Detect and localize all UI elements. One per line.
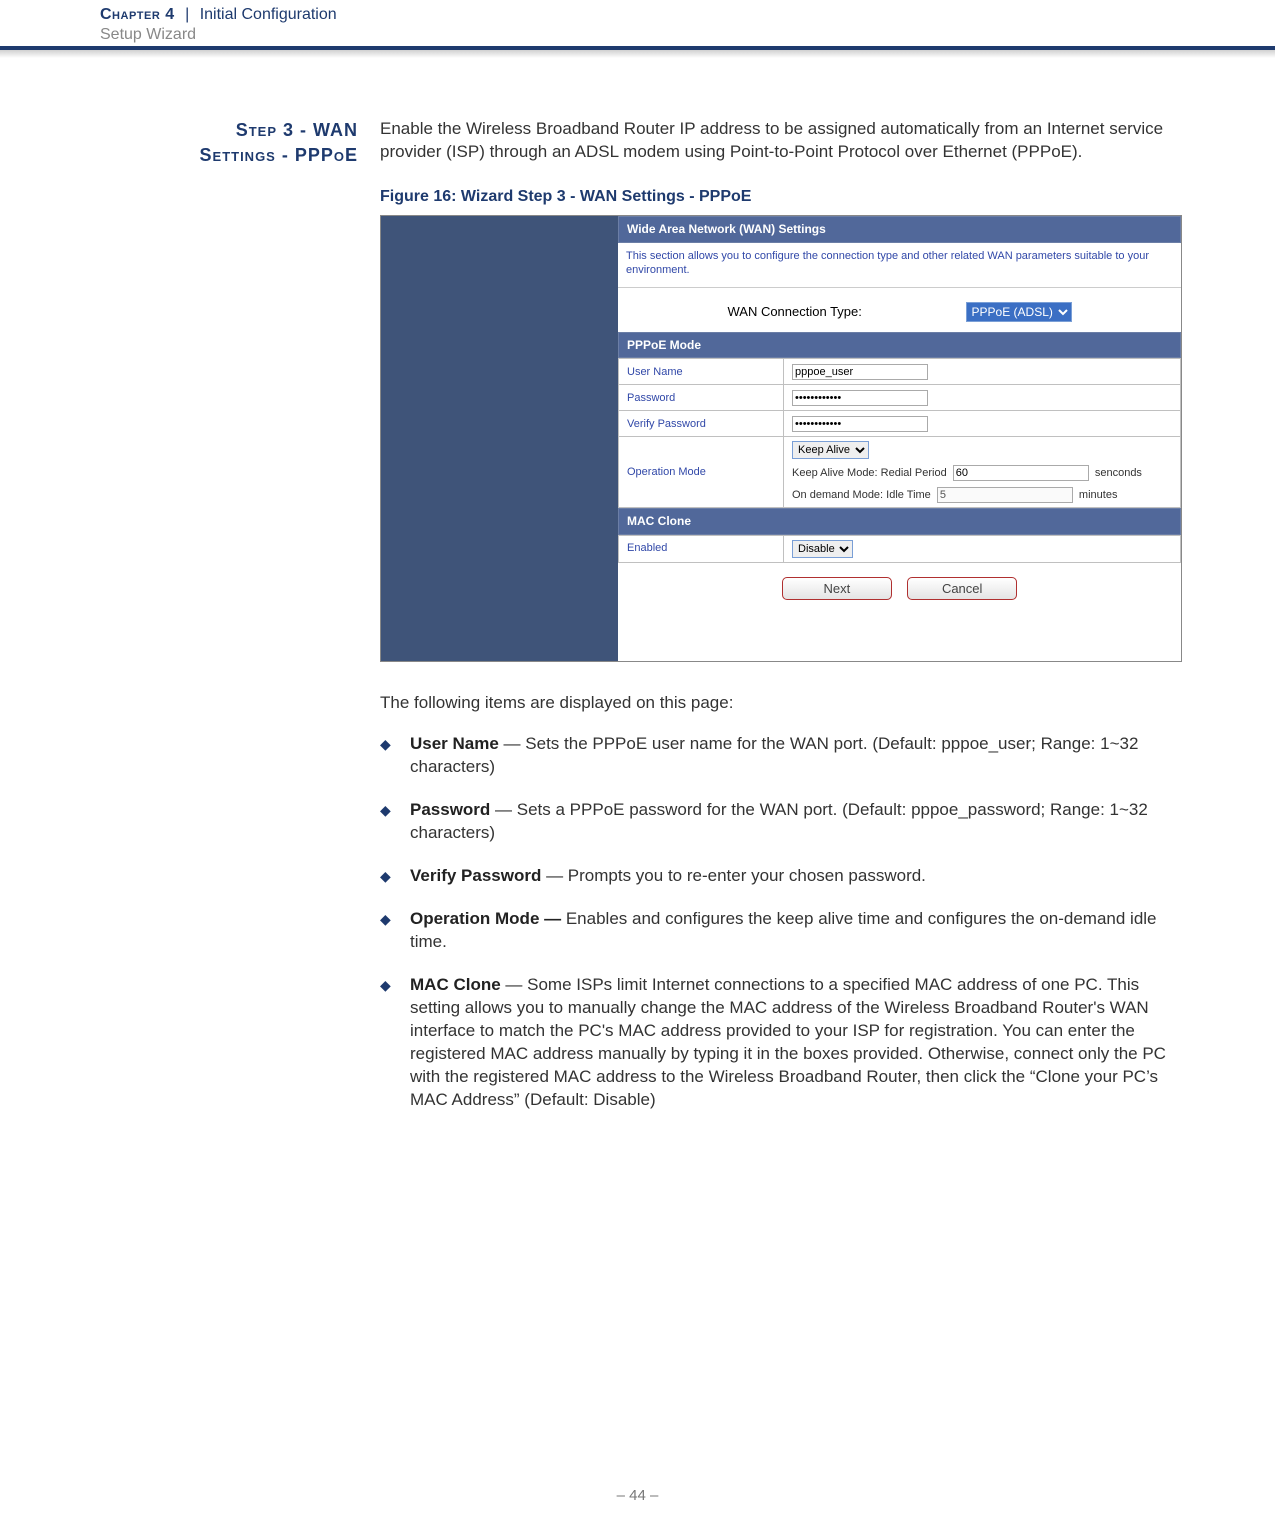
mac-enabled-cell: Disable (784, 535, 1181, 562)
section-title: Initial Configuration (200, 6, 337, 23)
cancel-button[interactable]: Cancel (907, 577, 1017, 600)
step-heading-line1: Step 3 - WAN (0, 118, 358, 143)
item-desc: — Some ISPs limit Internet connections t… (410, 975, 1166, 1109)
verify-password-label: Verify Password (619, 411, 784, 437)
operation-mode-cell: Keep Alive Keep Alive Mode: Redial Perio… (784, 437, 1181, 508)
item-desc: — Sets the PPPoE user name for the WAN p… (410, 734, 1138, 776)
content-area: Step 3 - WAN Settings - PPPoE Enable the… (0, 58, 1275, 1132)
figure-screenshot: Wide Area Network (WAN) Settings This se… (380, 215, 1182, 662)
item-list: ◆ User Name — Sets the PPPoE user name f… (380, 733, 1182, 1111)
operation-mode-label: Operation Mode (619, 437, 784, 508)
password-row: Password (619, 385, 1181, 411)
subsection-title: Setup Wizard (100, 26, 1275, 44)
item-term: User Name (410, 734, 499, 753)
figure-sidebar (381, 216, 618, 661)
keep-alive-line: Keep Alive Mode: Redial Period senconds (792, 465, 1172, 481)
diamond-bullet-icon: ◆ (380, 976, 391, 995)
intro-paragraph: Enable the Wireless Broadband Router IP … (380, 118, 1182, 164)
wan-type-select[interactable]: PPPoE (ADSL) (966, 302, 1072, 322)
password-input[interactable] (792, 390, 928, 406)
header-shadow (0, 50, 1275, 58)
pppoe-header: PPPoE Mode (618, 332, 1181, 358)
item-term: Operation Mode — (410, 909, 561, 928)
operation-mode-select[interactable]: Keep Alive (792, 441, 869, 459)
diamond-bullet-icon: ◆ (380, 910, 391, 929)
list-item: ◆ Operation Mode — Enables and configure… (380, 908, 1182, 954)
item-term: Password (410, 800, 490, 819)
chapter-label: Chapter 4 (100, 6, 175, 23)
side-heading-column: Step 3 - WAN Settings - PPPoE (0, 118, 380, 1132)
pipe-separator: | (185, 6, 189, 23)
item-term: Verify Password (410, 866, 541, 885)
mac-enabled-select[interactable]: Disable (792, 540, 853, 558)
verify-password-input[interactable] (792, 416, 928, 432)
step-heading-line2: Settings - PPPoE (0, 143, 358, 168)
user-name-cell (784, 359, 1181, 385)
password-cell (784, 385, 1181, 411)
verify-password-row: Verify Password (619, 411, 1181, 437)
figure-main: Wide Area Network (WAN) Settings This se… (618, 216, 1181, 661)
main-column: Enable the Wireless Broadband Router IP … (380, 118, 1182, 1132)
mac-clone-header: MAC Clone (618, 508, 1181, 534)
keep-alive-prefix: Keep Alive Mode: Redial Period (792, 467, 947, 479)
item-term: MAC Clone (410, 975, 501, 994)
wan-settings-desc: This section allows you to configure the… (618, 243, 1181, 289)
keep-alive-input[interactable] (953, 465, 1089, 481)
figure-caption: Figure 16: Wizard Step 3 - WAN Settings … (380, 186, 1182, 208)
user-name-input[interactable] (792, 364, 928, 380)
on-demand-input[interactable] (937, 487, 1073, 503)
next-button[interactable]: Next (782, 577, 892, 600)
operation-mode-row: Operation Mode Keep Alive Keep Alive Mod… (619, 437, 1181, 508)
on-demand-prefix: On demand Mode: Idle Time (792, 489, 931, 501)
page: Chapter 4 | Initial Configuration Setup … (0, 0, 1275, 1532)
on-demand-line: On demand Mode: Idle Time minutes (792, 487, 1172, 503)
item-desc: — Prompts you to re-enter your chosen pa… (541, 866, 926, 885)
keep-alive-suffix: senconds (1095, 467, 1142, 479)
verify-password-cell (784, 411, 1181, 437)
user-name-row: User Name (619, 359, 1181, 385)
diamond-bullet-icon: ◆ (380, 867, 391, 886)
password-label: Password (619, 385, 784, 411)
diamond-bullet-icon: ◆ (380, 801, 391, 820)
list-item: ◆ Verify Password — Prompts you to re-en… (380, 865, 1182, 888)
mac-enabled-label: Enabled (619, 535, 784, 562)
step-heading: Step 3 - WAN Settings - PPPoE (0, 118, 358, 168)
diamond-bullet-icon: ◆ (380, 735, 391, 754)
user-name-label: User Name (619, 359, 784, 385)
after-figure-text: The following items are displayed on thi… (380, 692, 1182, 715)
mac-clone-table: Enabled Disable (618, 535, 1181, 563)
list-item: ◆ User Name — Sets the PPPoE user name f… (380, 733, 1182, 779)
list-item: ◆ Password — Sets a PPPoE password for t… (380, 799, 1182, 845)
list-item: ◆ MAC Clone — Some ISPs limit Internet c… (380, 974, 1182, 1112)
pppoe-form-table: User Name Password Verify (618, 358, 1181, 508)
figure-button-row: Next Cancel (618, 563, 1181, 614)
item-desc: — Sets a PPPoE password for the WAN port… (410, 800, 1148, 842)
mac-enabled-row: Enabled Disable (619, 535, 1181, 562)
on-demand-suffix: minutes (1079, 489, 1118, 501)
page-number: – 44 – (0, 1487, 1275, 1504)
wan-settings-header: Wide Area Network (WAN) Settings (618, 216, 1181, 242)
wan-type-row: WAN Connection Type: PPPoE (ADSL) (618, 288, 1181, 332)
wan-type-label: WAN Connection Type: (727, 304, 861, 319)
page-header: Chapter 4 | Initial Configuration Setup … (0, 0, 1275, 50)
